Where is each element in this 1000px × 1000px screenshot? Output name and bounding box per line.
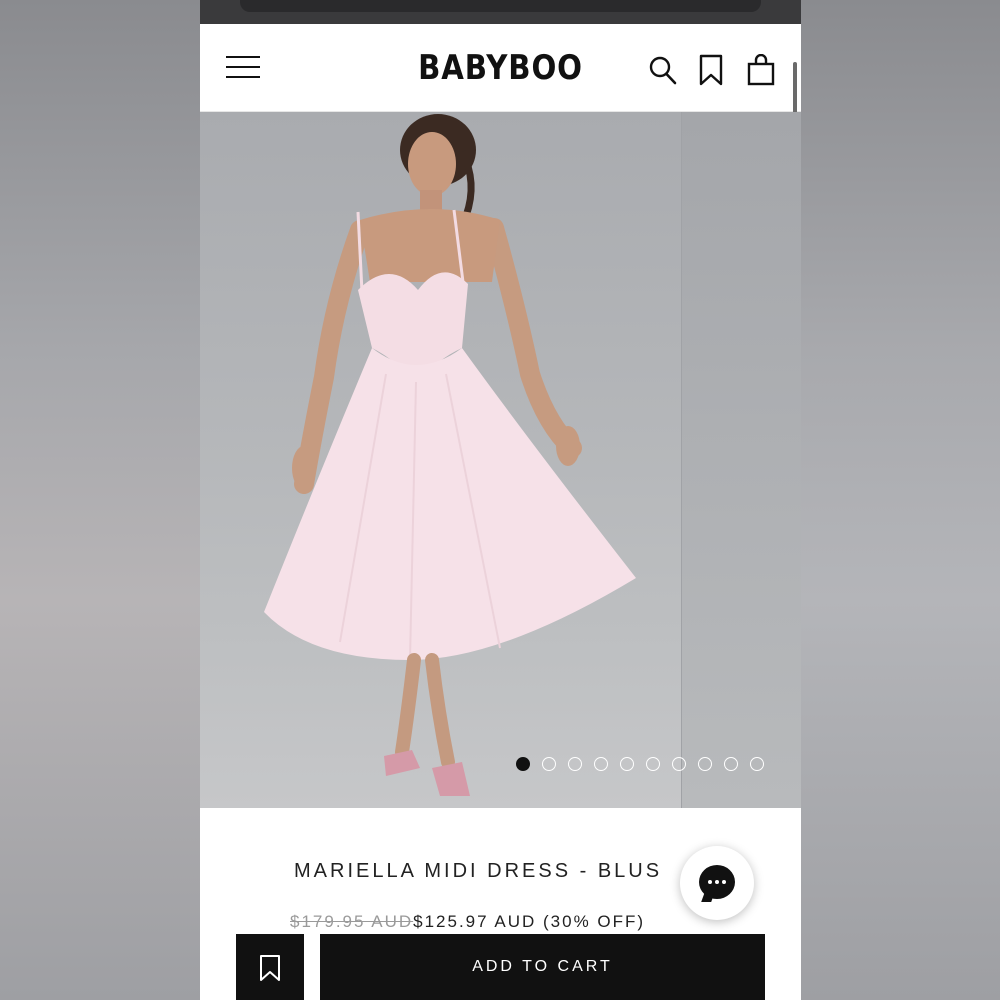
gallery-dot[interactable] bbox=[516, 757, 530, 771]
chat-icon bbox=[699, 865, 735, 899]
brand-logo[interactable]: BABYBOO bbox=[242, 48, 759, 88]
phone-screen: BABYBOO MARIELLA MIDI DRESS - BLUS $179.… bbox=[200, 0, 801, 1000]
gallery-dot[interactable] bbox=[724, 757, 738, 771]
wishlist-button[interactable] bbox=[236, 934, 304, 1000]
original-price: $179.95 AUD bbox=[290, 912, 414, 931]
gallery-dot[interactable] bbox=[542, 757, 556, 771]
gallery-dot[interactable] bbox=[698, 757, 712, 771]
bookmark-icon[interactable] bbox=[696, 54, 726, 86]
product-title: MARIELLA MIDI DRESS - BLUS bbox=[294, 860, 663, 882]
next-slide-peek[interactable] bbox=[681, 112, 801, 808]
gallery-dot[interactable] bbox=[568, 757, 582, 771]
bag-icon[interactable] bbox=[746, 53, 776, 86]
chat-button[interactable] bbox=[680, 846, 754, 920]
gallery-dot[interactable] bbox=[620, 757, 634, 771]
product-photo bbox=[264, 114, 636, 796]
backdrop-right bbox=[800, 0, 1000, 1000]
discount-badge: (30% OFF) bbox=[543, 912, 646, 931]
divider bbox=[304, 934, 320, 1000]
price-row: $179.95 AUD$125.97 AUD (30% OFF) bbox=[290, 912, 645, 932]
gallery-dot[interactable] bbox=[646, 757, 660, 771]
gallery-pagination bbox=[516, 757, 764, 771]
sticky-action-bar: ADD TO CART bbox=[236, 934, 765, 1000]
bookmark-icon bbox=[260, 955, 280, 981]
add-to-cart-button[interactable]: ADD TO CART bbox=[320, 934, 765, 1000]
gallery-dot[interactable] bbox=[594, 757, 608, 771]
search-icon[interactable] bbox=[648, 54, 678, 86]
sale-price: $125.97 AUD bbox=[413, 912, 537, 931]
site-header: BABYBOO bbox=[200, 24, 801, 142]
backdrop-left bbox=[0, 0, 200, 1000]
product-info: MARIELLA MIDI DRESS - BLUS $179.95 AUD$1… bbox=[200, 808, 801, 1000]
status-bar bbox=[200, 0, 801, 24]
gallery-dot[interactable] bbox=[672, 757, 686, 771]
gallery-dot[interactable] bbox=[750, 757, 764, 771]
product-image-gallery[interactable] bbox=[200, 112, 801, 808]
